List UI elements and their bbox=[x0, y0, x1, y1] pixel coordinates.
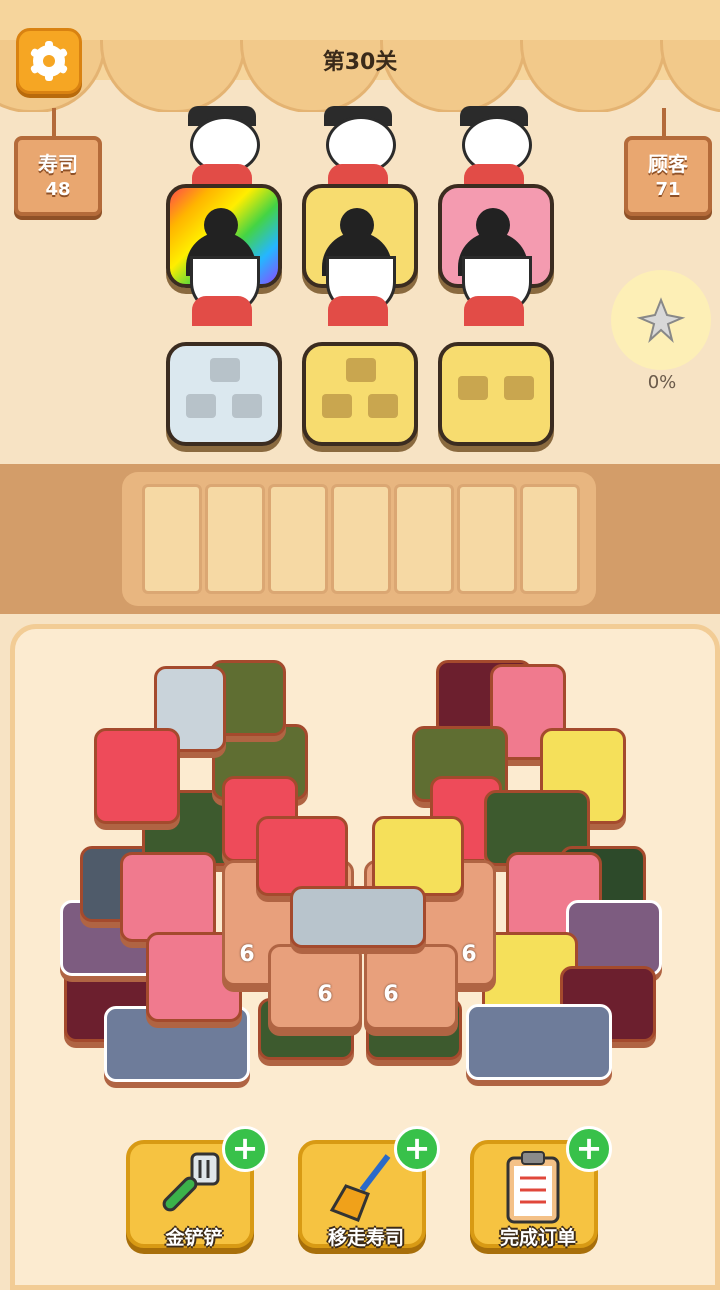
customer bbox=[182, 106, 262, 194]
sushi-tile[interactable] bbox=[566, 900, 662, 976]
sushi-count-sign: 寿司 48 bbox=[14, 136, 102, 216]
spatula-icon bbox=[162, 1152, 220, 1212]
add-powerup-icon[interactable]: + bbox=[222, 1126, 268, 1172]
tray-slot bbox=[268, 484, 328, 594]
progress-percent: 0% bbox=[647, 372, 677, 393]
order-box-yellow-2[interactable] bbox=[302, 342, 418, 446]
tray-slot bbox=[457, 484, 517, 594]
customer-label: 顾客 bbox=[648, 152, 688, 176]
settings-button[interactable] bbox=[16, 28, 82, 94]
customer-count-sign: 顾客 71 bbox=[624, 136, 712, 216]
sushi-tile[interactable] bbox=[372, 816, 464, 896]
gear-icon bbox=[29, 41, 69, 81]
tray-slot bbox=[142, 484, 202, 594]
sparkle-progress-icon bbox=[606, 260, 716, 380]
tray-slot bbox=[205, 484, 265, 594]
stack-count: 6 bbox=[317, 982, 333, 1007]
stack-count: 6 bbox=[239, 942, 255, 967]
sushi-tile[interactable] bbox=[290, 886, 426, 948]
level-title: 第30关 bbox=[322, 50, 398, 75]
sushi-tile[interactable] bbox=[256, 816, 348, 896]
customer-front-body bbox=[182, 256, 262, 336]
customer bbox=[454, 106, 534, 194]
stack-count: 6 bbox=[383, 982, 399, 1007]
sushi-tile[interactable] bbox=[94, 728, 180, 824]
order-box-yellow-3[interactable] bbox=[438, 342, 554, 446]
broom-icon bbox=[329, 1154, 391, 1222]
customer bbox=[318, 106, 398, 194]
stack-count: 6 bbox=[461, 942, 477, 967]
sushi-tile[interactable] bbox=[120, 852, 216, 942]
sushi-count: 48 bbox=[45, 179, 71, 200]
add-powerup-icon[interactable]: + bbox=[394, 1126, 440, 1172]
tray-slot bbox=[331, 484, 391, 594]
tray-slot bbox=[394, 484, 454, 594]
powerup-label: 移走寿司 bbox=[327, 1227, 404, 1249]
order-box-white[interactable] bbox=[166, 342, 282, 446]
powerup-label: 金铲铲 bbox=[165, 1227, 223, 1249]
clipboard-icon bbox=[506, 1151, 560, 1224]
customer-front-body bbox=[454, 256, 534, 336]
tray-slot bbox=[520, 484, 580, 594]
add-powerup-icon[interactable]: + bbox=[566, 1126, 612, 1172]
powerup-label: 完成订单 bbox=[499, 1227, 576, 1249]
sushi-label: 寿司 bbox=[38, 152, 78, 176]
sushi-tile[interactable] bbox=[466, 1004, 612, 1080]
customer-count: 71 bbox=[655, 179, 681, 200]
customer-front-body bbox=[318, 256, 398, 336]
